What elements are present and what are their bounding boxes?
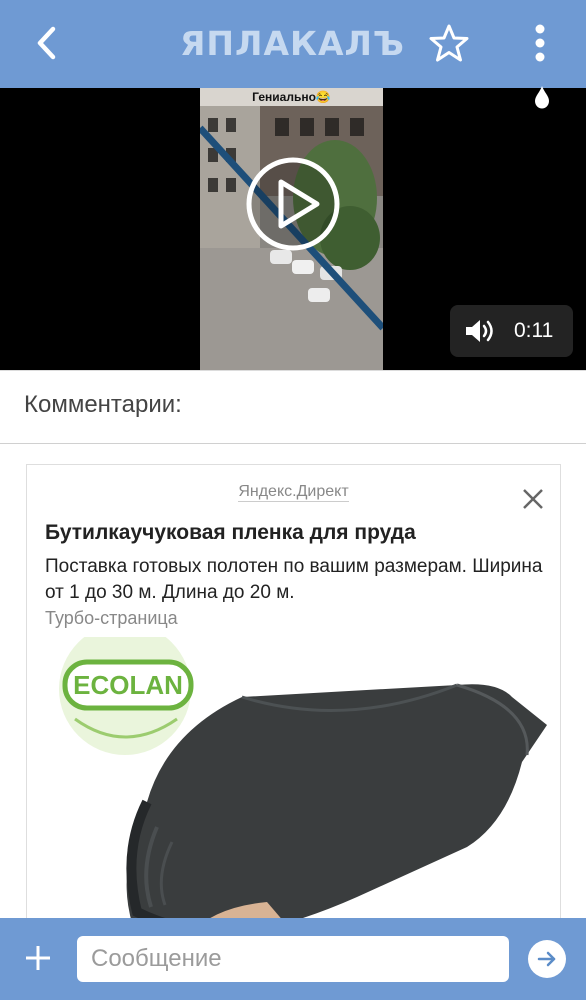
site-logo[interactable]: ЯПЛАКАЛЪ [180, 24, 410, 64]
send-button[interactable] [528, 940, 566, 978]
ad-domain[interactable]: Турбо-страница [45, 608, 178, 629]
add-attachment-button[interactable] [20, 940, 56, 976]
star-icon [429, 24, 469, 62]
ad-text: Поставка готовых полотен по вашим размер… [45, 556, 543, 603]
chevron-left-icon [37, 26, 56, 60]
comments-title: Комментарии: [24, 391, 182, 418]
comments-section: Комментарии: [0, 370, 586, 444]
arrow-right-icon [537, 951, 556, 967]
more-vertical-icon [535, 24, 545, 62]
ad-close-button[interactable] [517, 483, 549, 515]
volume-duration-pill[interactable]: 0:11 [450, 305, 573, 357]
plus-icon [26, 946, 50, 970]
play-icon[interactable] [245, 156, 341, 252]
ad-image[interactable]: ECOLAN [27, 637, 560, 936]
composer-bar [0, 918, 586, 1000]
ad-source: Яндекс.Директ [27, 483, 560, 502]
drop-icon [535, 86, 549, 109]
message-input[interactable] [77, 936, 509, 982]
video-player[interactable]: Гениально😂 0:11 [0, 88, 586, 370]
video-caption: Гениально😂 [200, 88, 383, 106]
volume-icon[interactable] [464, 318, 496, 344]
close-icon [523, 489, 543, 509]
ad-title[interactable]: Бутилкаучуковая пленка для пруда [45, 521, 550, 545]
top-app-bar: ЯПЛАКАЛЪ [0, 0, 586, 88]
ad-source-label[interactable]: Яндекс.Директ [238, 483, 349, 502]
ecolan-logo-text: ECOLAN [73, 670, 183, 700]
more-menu-button[interactable] [518, 20, 562, 66]
ad-card[interactable]: Яндекс.Директ Бутилкаучуковая пленка для… [26, 464, 561, 936]
video-duration: 0:11 [514, 319, 554, 342]
favorite-button[interactable] [426, 20, 472, 66]
back-button[interactable] [24, 20, 70, 66]
